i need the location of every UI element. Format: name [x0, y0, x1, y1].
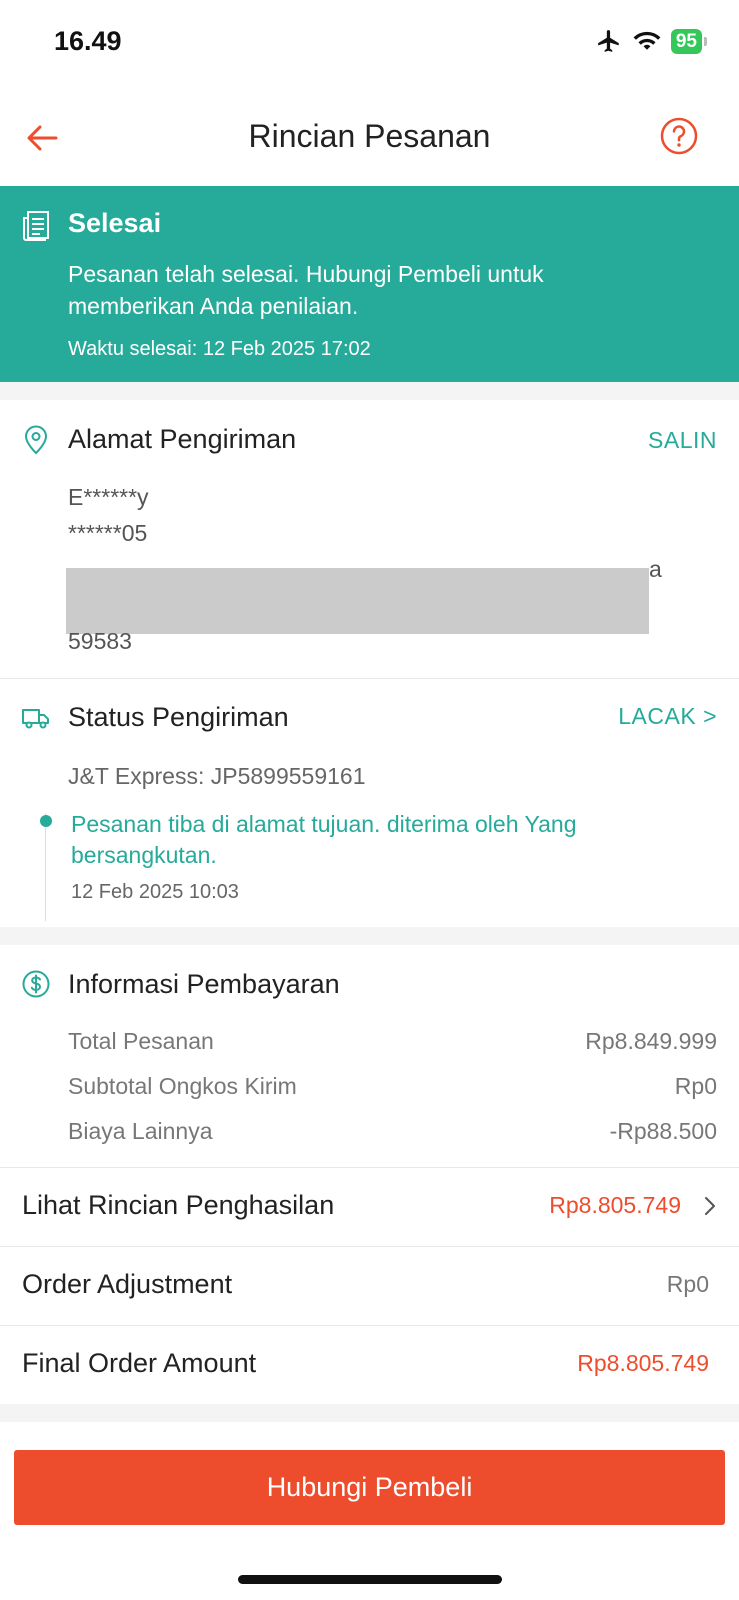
payment-row-value: Rp8.849.999	[585, 1028, 717, 1054]
recipient-name: E******y	[68, 484, 149, 510]
battery-indicator: 95	[670, 28, 707, 54]
tracking-status: Pesanan tiba di alamat tujuan. diterima …	[71, 811, 577, 868]
final-order-amount-label: Final Order Amount	[22, 1348, 257, 1378]
income-details-label: Lihat Rincian Penghasilan	[22, 1190, 335, 1220]
completion-time: Waktu selesai: 12 Feb 2025 17:02	[68, 338, 371, 360]
payment-row: Subtotal Ongkos Kirim Rp0	[68, 1073, 717, 1100]
payment-row-label: Subtotal Ongkos Kirim	[68, 1073, 297, 1099]
page-title: Rincian Pesanan	[248, 118, 491, 154]
wifi-icon	[633, 31, 661, 50]
payment-row-value: Rp0	[674, 1073, 717, 1099]
location-pin-icon	[24, 425, 48, 455]
payment-row: Biaya Lainnya -Rp88.500	[68, 1118, 717, 1145]
truck-icon	[22, 709, 49, 729]
battery-level: 95	[670, 28, 702, 54]
address-title: Alamat Pengiriman	[68, 424, 297, 454]
final-order-amount: Rp8.805.749	[577, 1350, 709, 1376]
payment-title: Informasi Pembayaran	[68, 969, 340, 999]
shipping-section: Status Pengiriman LACAK > J&T Express: J…	[0, 679, 739, 927]
question-circle-icon[interactable]	[659, 116, 699, 156]
payment-section: Informasi Pembayaran Total Pesanan Rp8.8…	[0, 945, 739, 1167]
address-section: Alamat Pengiriman SALIN E******y ******0…	[0, 400, 739, 678]
battery-tip	[704, 36, 707, 46]
income-details-row[interactable]: Lihat Rincian Penghasilan Rp8.805.749	[0, 1168, 739, 1246]
payment-row-label: Total Pesanan	[68, 1028, 214, 1054]
contact-buyer-button[interactable]: Hubungi Pembeli	[14, 1450, 725, 1525]
payment-row-value: -Rp88.500	[609, 1118, 717, 1144]
order-status-banner: Selesai Pesanan telah selesai. Hubungi P…	[0, 186, 739, 382]
tracking-time: 12 Feb 2025 10:03	[71, 881, 239, 903]
postal-code: 59583	[68, 628, 132, 654]
timeline-line	[45, 813, 46, 921]
redacted-address	[66, 568, 649, 634]
status-icons: 95	[595, 28, 707, 54]
status-bar: 16.49 95	[0, 0, 739, 90]
track-button[interactable]: LACAK >	[618, 703, 717, 730]
order-adjustment-amount: Rp0	[666, 1271, 709, 1297]
final-order-amount-row: Final Order Amount Rp8.805.749	[0, 1326, 739, 1404]
shipping-title: Status Pengiriman	[68, 702, 289, 732]
order-adjustment-label: Order Adjustment	[22, 1269, 233, 1299]
nav-bar: Rincian Pesanan	[0, 90, 739, 186]
airplane-icon	[598, 30, 619, 52]
income-amount: Rp8.805.749	[549, 1192, 681, 1218]
courier-tracking-number: J&T Express: JP5899559161	[68, 763, 366, 789]
copy-address-button[interactable]: SALIN	[648, 427, 717, 454]
timeline-dot	[40, 815, 52, 827]
payment-row: Total Pesanan Rp8.849.999	[68, 1028, 717, 1055]
payment-row-label: Biaya Lainnya	[68, 1118, 213, 1144]
order-adjustment-row: Order Adjustment Rp0	[0, 1247, 739, 1325]
chevron-right-icon	[705, 1197, 715, 1215]
address-line-fragment: a	[649, 556, 662, 582]
home-indicator	[238, 1575, 502, 1584]
dollar-circle-icon	[22, 970, 50, 998]
status-time: 16.49	[54, 26, 122, 56]
receipt-icon	[23, 211, 49, 241]
status-description: Pesanan telah selesai. Hubungi Pembeli u…	[68, 261, 544, 319]
recipient-phone: ******05	[68, 520, 148, 546]
status-title: Selesai	[68, 208, 162, 238]
